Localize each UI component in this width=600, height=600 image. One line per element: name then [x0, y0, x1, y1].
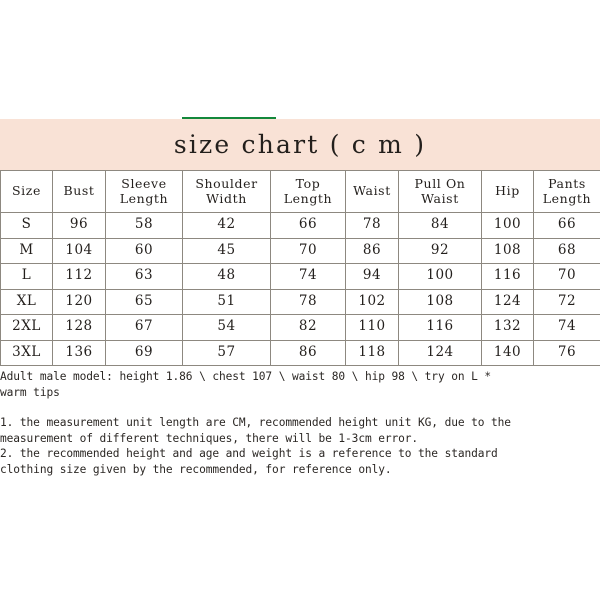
- cell-top-length: 74: [270, 263, 346, 290]
- column-header-pull-on-waist: Pull On Waist: [398, 170, 482, 213]
- cell-top-length: 82: [270, 314, 346, 341]
- cell-pants-length: 66: [533, 212, 600, 239]
- cell-shoulder-width: 54: [182, 314, 271, 341]
- column-header-waist: Waist: [345, 170, 399, 213]
- size-chart-page: size chart ( c m ) Size Bust Sleeve Leng…: [0, 0, 600, 600]
- cell-top-length: 66: [270, 212, 346, 239]
- table-row: 2XL 128 67 54 82 110 116 132 74: [0, 314, 600, 341]
- top-blank-area: [0, 0, 600, 117]
- cell-pants-length: 72: [533, 288, 600, 315]
- cell-size: 2XL: [0, 314, 53, 341]
- cell-pants-length: 74: [533, 314, 600, 341]
- notes-section: Adult male model: height 1.86 \ chest 10…: [0, 366, 600, 477]
- cell-bust: 96: [52, 212, 106, 239]
- cell-shoulder-width: 51: [182, 288, 271, 315]
- cell-bust: 128: [52, 314, 106, 341]
- cell-top-length: 86: [270, 339, 346, 366]
- cell-pull-on-waist: 116: [398, 314, 482, 341]
- cell-pants-length: 70: [533, 263, 600, 290]
- cell-sleeve-length: 65: [105, 288, 183, 315]
- cell-sleeve-length: 58: [105, 212, 183, 239]
- cell-pull-on-waist: 100: [398, 263, 482, 290]
- cell-waist: 78: [345, 212, 399, 239]
- table-header-row: Size Bust Sleeve Length Shoulder Width T…: [0, 170, 600, 213]
- cell-size: L: [0, 263, 53, 290]
- cell-hip: 108: [481, 237, 534, 264]
- table-row: 3XL 136 69 57 86 118 124 140 76: [0, 339, 600, 366]
- green-accent-rule: [182, 117, 276, 119]
- cell-shoulder-width: 48: [182, 263, 271, 290]
- column-header-shoulder-width: Shoulder Width: [182, 170, 271, 213]
- cell-waist: 102: [345, 288, 399, 315]
- cell-sleeve-length: 69: [105, 339, 183, 366]
- cell-waist: 110: [345, 314, 399, 341]
- column-header-size: Size: [0, 170, 53, 213]
- cell-sleeve-length: 67: [105, 314, 183, 341]
- cell-top-length: 70: [270, 237, 346, 264]
- cell-pull-on-waist: 124: [398, 339, 482, 366]
- cell-hip: 140: [481, 339, 534, 366]
- cell-size: S: [0, 212, 53, 239]
- title-band: size chart ( c m ): [0, 119, 600, 170]
- cell-hip: 132: [481, 314, 534, 341]
- cell-bust: 104: [52, 237, 106, 264]
- column-header-bust: Bust: [52, 170, 106, 213]
- size-chart-table: Size Bust Sleeve Length Shoulder Width T…: [0, 170, 600, 366]
- table-body: S 96 58 42 66 78 84 100 66 M 104 60 45 7…: [0, 212, 600, 366]
- cell-bust: 112: [52, 263, 106, 290]
- cell-hip: 116: [481, 263, 534, 290]
- cell-size: 3XL: [0, 339, 53, 366]
- cell-size: M: [0, 237, 53, 264]
- cell-waist: 118: [345, 339, 399, 366]
- cell-pull-on-waist: 92: [398, 237, 482, 264]
- column-header-pants-length: Pants Length: [533, 170, 600, 213]
- cell-top-length: 78: [270, 288, 346, 315]
- numbered-notes: 1. the measurement unit length are CM, r…: [0, 400, 600, 477]
- table-row: L 112 63 48 74 94 100 116 70: [0, 263, 600, 290]
- column-header-top-length: Top Length: [270, 170, 346, 213]
- bottom-blank-area: [0, 477, 600, 587]
- note-measurement-units: 1. the measurement unit length are CM, r…: [0, 416, 511, 445]
- cell-pull-on-waist: 108: [398, 288, 482, 315]
- cell-bust: 136: [52, 339, 106, 366]
- cell-waist: 86: [345, 237, 399, 264]
- model-info-note: Adult male model: height 1.86 \ chest 10…: [0, 370, 492, 399]
- cell-shoulder-width: 57: [182, 339, 271, 366]
- cell-size: XL: [0, 288, 53, 315]
- table-row: M 104 60 45 70 86 92 108 68: [0, 237, 600, 264]
- cell-hip: 124: [481, 288, 534, 315]
- cell-pants-length: 68: [533, 237, 600, 264]
- cell-pull-on-waist: 84: [398, 212, 482, 239]
- table-row: S 96 58 42 66 78 84 100 66: [0, 212, 600, 239]
- table-row: XL 120 65 51 78 102 108 124 72: [0, 288, 600, 315]
- cell-hip: 100: [481, 212, 534, 239]
- table-header: Size Bust Sleeve Length Shoulder Width T…: [0, 170, 600, 213]
- cell-sleeve-length: 60: [105, 237, 183, 264]
- cell-shoulder-width: 45: [182, 237, 271, 264]
- cell-bust: 120: [52, 288, 106, 315]
- column-header-sleeve-length: Sleeve Length: [105, 170, 183, 213]
- column-header-hip: Hip: [481, 170, 534, 213]
- note-size-reference: 2. the recommended height and age and we…: [0, 447, 498, 476]
- cell-waist: 94: [345, 263, 399, 290]
- cell-pants-length: 76: [533, 339, 600, 366]
- cell-shoulder-width: 42: [182, 212, 271, 239]
- cell-sleeve-length: 63: [105, 263, 183, 290]
- page-title: size chart ( c m ): [173, 130, 427, 159]
- accent-rule-container: [0, 117, 600, 119]
